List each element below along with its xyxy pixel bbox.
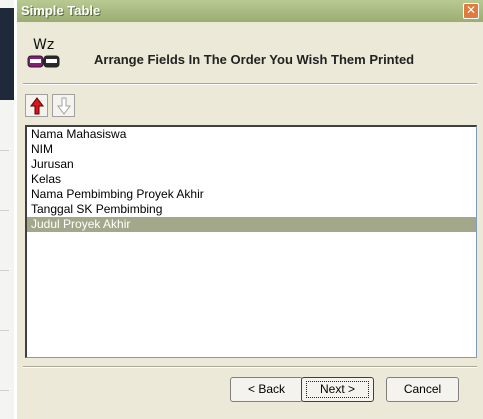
- cancel-button[interactable]: Cancel: [386, 377, 459, 402]
- list-item[interactable]: Kelas: [27, 172, 476, 187]
- database-icon: [27, 55, 60, 68]
- background-divider: [0, 390, 9, 391]
- field-list[interactable]: Nama Mahasiswa NIM Jurusan Kelas Nama Pembim…: [25, 125, 477, 358]
- red-up-arrow-icon: [30, 97, 44, 115]
- instruction-text: Arrange Fields In The Order You Wish The…: [94, 52, 415, 67]
- background-divider: [0, 330, 9, 331]
- window-title: Simple Table: [21, 3, 101, 18]
- background-divider: [0, 270, 9, 271]
- divider: [23, 366, 477, 368]
- list-item[interactable]: Tanggal SK Pembimbing: [27, 202, 476, 217]
- background-divider: [0, 210, 9, 211]
- background-divider: [0, 150, 9, 151]
- move-down-button[interactable]: [52, 94, 75, 117]
- wizard-header: Wz Arrange Fields In The Order You Wish …: [17, 22, 483, 84]
- list-item[interactable]: NIM: [27, 142, 476, 157]
- move-up-button[interactable]: [25, 94, 48, 117]
- title-bar[interactable]: Simple Table ✕: [17, 0, 483, 22]
- wizard-logo: Wz: [27, 37, 67, 77]
- back-button[interactable]: < Back: [230, 377, 303, 402]
- next-button[interactable]: Next >: [301, 377, 374, 402]
- gray-down-arrow-icon: [57, 97, 71, 115]
- list-item[interactable]: Nama Pembimbing Proyek Akhir: [27, 187, 476, 202]
- divider: [23, 83, 477, 85]
- next-button-label: Next >: [319, 382, 355, 396]
- list-item[interactable]: Jurusan: [27, 157, 476, 172]
- close-icon: ✕: [465, 3, 477, 17]
- simple-table-dialog: Simple Table ✕ Wz Arrange Fields In The …: [17, 0, 483, 419]
- list-item[interactable]: Nama Mahasiswa: [27, 127, 476, 142]
- list-item[interactable]: Judul Proyek Akhir: [27, 217, 476, 232]
- close-button[interactable]: ✕: [463, 3, 479, 19]
- back-button-label: < Back: [247, 382, 286, 396]
- background-app-panel: [0, 8, 14, 100]
- cancel-button-label: Cancel: [403, 382, 442, 396]
